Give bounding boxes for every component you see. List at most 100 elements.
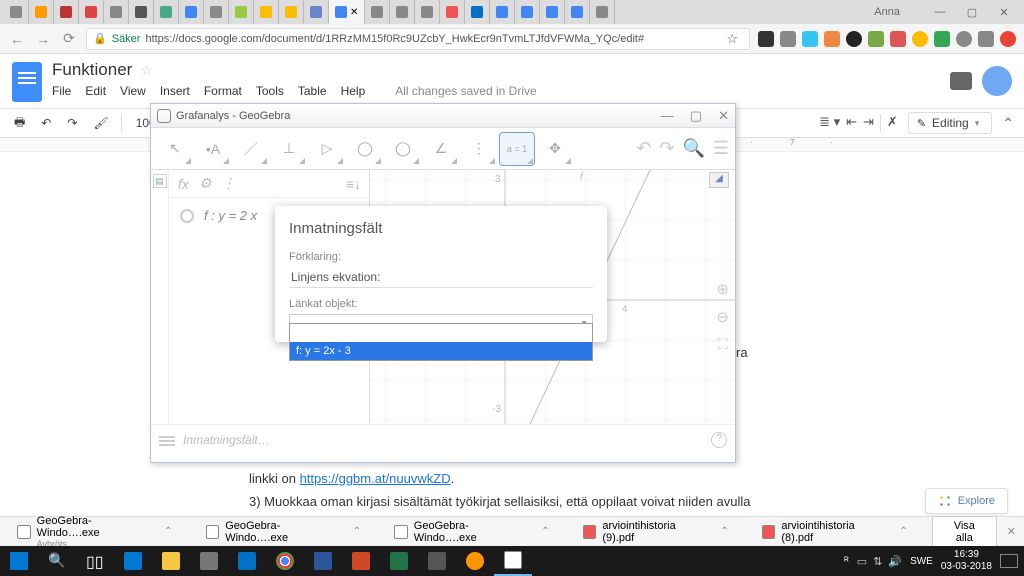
download-item[interactable]: GeoGebra-Windo….exe [197,515,349,549]
browser-tab[interactable] [179,0,204,24]
point-tool[interactable]: •A [195,132,231,166]
browser-tab[interactable] [590,0,615,24]
back-button[interactable]: ← [8,31,26,47]
star-favorite-icon[interactable]: ☆ [140,62,153,79]
browser-tab[interactable] [254,0,279,24]
browser-tab[interactable] [204,0,229,24]
browser-tab[interactable] [440,0,465,24]
firefox-taskbar-icon[interactable] [456,546,494,576]
menu-file[interactable]: File [52,84,71,98]
extension-icon[interactable] [890,31,906,47]
browser-tab[interactable] [129,0,154,24]
extension-icon[interactable] [956,31,972,47]
visibility-toggle-icon[interactable] [180,209,194,223]
undo-icon[interactable]: ↶ [37,114,55,132]
volume-icon[interactable]: 🔊 [888,555,902,568]
browser-tab[interactable] [540,0,565,24]
notifications-icon[interactable] [1000,554,1018,568]
browser-tab[interactable] [515,0,540,24]
chevron-up-icon[interactable]: ⌃ [164,526,172,537]
clear-format-icon[interactable]: ✗ [887,114,898,132]
zoom-in-icon[interactable]: ⊕ [716,280,729,298]
perpendicular-tool[interactable]: ⊥ [271,132,307,166]
download-item[interactable]: arviointihistoria (9).pdf [574,515,717,549]
search-icon[interactable]: 🔍 [682,138,704,159]
polygon-tool[interactable]: ▷ [309,132,345,166]
close-downloads-icon[interactable]: ✕ [1007,525,1016,538]
powerpoint-taskbar-icon[interactable] [342,546,380,576]
menu-format[interactable]: Format [204,84,242,98]
slider-tool[interactable]: a = 1 [499,132,535,166]
extension-icon[interactable] [934,31,950,47]
user-avatar[interactable] [982,66,1012,96]
download-item[interactable]: GeoGebra-Windo….exe [385,515,537,549]
browser-tab[interactable] [154,0,179,24]
word-taskbar-icon[interactable] [304,546,342,576]
graphics-settings-icon[interactable]: ◢ [709,172,729,188]
description-input[interactable] [289,267,593,288]
browser-user-label[interactable]: Anna [854,4,920,20]
move-tool[interactable]: ↖ [157,132,193,166]
fx-icon[interactable]: fx [178,176,189,192]
browser-tab[interactable] [415,0,440,24]
extension-icon[interactable] [846,31,862,47]
wifi-icon[interactable]: ⇅ [873,555,882,568]
ellipse-tool[interactable]: ◯ [385,132,421,166]
move-view-tool[interactable]: ✥ [537,132,573,166]
battery-icon[interactable]: ▭ [857,555,867,568]
keyboard-icon[interactable] [159,434,175,446]
dropdown-option-function[interactable]: f: y = 2x - 3 [290,342,592,360]
forward-button[interactable]: → [34,31,52,47]
document-link[interactable]: https://ggbm.at/nuuvwkZD [300,471,451,486]
menu-view[interactable]: View [120,84,146,98]
extension-icon[interactable] [978,31,994,47]
geogebra-input-bar[interactable]: Inmatningsfält… ? [151,424,735,454]
toggle-algebra-icon[interactable]: ▤ [153,174,167,188]
show-all-downloads-button[interactable]: Visa alla [932,516,997,548]
geogebra-taskbar-icon[interactable] [494,546,532,576]
extension-icon[interactable] [780,31,796,47]
explorer-taskbar-icon[interactable] [152,546,190,576]
collapse-toolbar-icon[interactable]: ⌃ [1002,115,1014,132]
browser-tab[interactable] [465,0,490,24]
chevron-up-icon[interactable]: ⌃ [541,526,549,537]
browser-tab[interactable] [490,0,515,24]
browser-tab[interactable] [79,0,104,24]
store-taskbar-icon[interactable] [190,546,228,576]
browser-tab[interactable] [54,0,79,24]
search-taskbar-icon[interactable]: 🔍 [38,546,76,576]
url-bar[interactable]: 🔒 Säker https://docs.google.com/document… [86,28,750,50]
menu-icon[interactable]: ☰ [713,138,729,159]
angle-tool[interactable]: ∠ [423,132,459,166]
system-clock[interactable]: 16:39 03-03-2018 [941,549,992,573]
excel-taskbar-icon[interactable] [380,546,418,576]
app-taskbar-icon[interactable] [418,546,456,576]
chevron-up-icon[interactable]: ⌃ [899,526,907,537]
gg-maximize-icon[interactable]: ▢ [690,108,702,124]
more-icon[interactable]: ⋮ [221,175,235,192]
browser-tab[interactable] [229,0,254,24]
redo-icon[interactable]: ↷ [63,114,81,132]
extension-icon[interactable] [758,31,774,47]
extension-icon[interactable] [868,31,884,47]
gg-close-icon[interactable]: ✕ [718,108,729,124]
docs-logo-icon[interactable] [12,62,42,102]
circle-tool[interactable]: ◯ [347,132,383,166]
browser-tab[interactable] [304,0,329,24]
chevron-up-icon[interactable]: ⌃ [353,526,361,537]
menu-help[interactable]: Help [341,84,366,98]
print-icon[interactable]: 🖶 [10,111,29,136]
gg-minimize-icon[interactable]: — [661,108,674,124]
menu-edit[interactable]: Edit [85,84,106,98]
browser-tab[interactable] [365,0,390,24]
start-button[interactable] [0,546,38,576]
task-view-icon[interactable]: ▯▯ [76,546,114,576]
increase-indent-icon[interactable]: ⇥ [863,114,874,132]
chrome-taskbar-icon[interactable] [266,546,304,576]
sort-icon[interactable]: ≡↓ [346,176,361,192]
edge-taskbar-icon[interactable] [114,546,152,576]
browser-tab[interactable] [4,0,29,24]
help-icon[interactable]: ? [711,432,727,448]
extension-icon[interactable] [912,31,928,47]
geogebra-title-bar[interactable]: Grafanalys - GeoGebra — ▢ ✕ [151,104,735,128]
